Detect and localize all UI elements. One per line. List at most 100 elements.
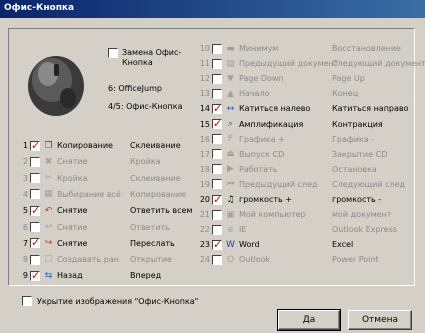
- row-checkbox[interactable]: [30, 269, 40, 282]
- play-pause-icon: ▶: [227, 164, 234, 175]
- hide-image-row[interactable]: Укрытие изображения "Офис-Кнопка": [22, 296, 198, 306]
- back-forward-icon: ⇆: [44, 270, 53, 281]
- font-icon: F: [227, 134, 234, 145]
- button-row[interactable]: 20 ♫ громкость + громкость -: [196, 193, 381, 206]
- button-row[interactable]: 5 ↶ Снятие Ответить всем: [14, 204, 193, 217]
- row-number: 1: [22, 141, 28, 150]
- row-checkbox[interactable]: [212, 102, 222, 115]
- button-row[interactable]: 15 ⌕ Амплификация Контракция: [196, 117, 383, 131]
- word-icon: W: [226, 239, 235, 250]
- button-row[interactable]: 12 ▼ Page Down Page Up: [196, 72, 365, 85]
- button-row[interactable]: 13 ▲ Начало Конец: [196, 87, 358, 100]
- button-row[interactable]: 2 ✖ Снятие Кройка: [14, 155, 161, 168]
- row-checkbox[interactable]: [212, 179, 222, 190]
- row-checkbox[interactable]: [30, 173, 40, 184]
- primary-action-label: Создавать ран: [57, 255, 119, 265]
- row-checkbox[interactable]: [30, 222, 40, 232]
- secondary-action-label: Кройка: [130, 157, 161, 167]
- row-checkbox[interactable]: [212, 73, 222, 84]
- secondary-action-label: Катиться направо: [332, 104, 409, 114]
- row-number: 19: [199, 179, 210, 189]
- button-row[interactable]: 23 W Word Excel: [196, 238, 353, 251]
- button-row[interactable]: 18 ▶ Работать Остановка: [196, 163, 377, 176]
- row-number: 9: [22, 271, 28, 281]
- primary-action-label: Снятие: [57, 222, 88, 232]
- button-row[interactable]: 16 F Графика + Графика -: [196, 133, 374, 146]
- primary-action-label: Outlook: [239, 255, 271, 265]
- primary-action-label: Мой компьютер: [239, 210, 306, 220]
- row-number: 12: [199, 74, 210, 84]
- row-checkbox[interactable]: [212, 164, 222, 175]
- button-row[interactable]: 19 ⏮ Предыдущий след Следующий след: [196, 178, 405, 191]
- row-checkbox[interactable]: [212, 134, 222, 145]
- button-row[interactable]: 14 ↔ Катиться налево Катиться направо: [196, 102, 409, 115]
- row-checkbox[interactable]: [212, 193, 222, 206]
- primary-action-label: Предыдущий след: [239, 179, 318, 189]
- hide-image-checkbox[interactable]: [22, 296, 32, 306]
- secondary-action-label: Power Point: [332, 255, 379, 265]
- primary-action-label: Кройка: [57, 173, 88, 183]
- row-checkbox[interactable]: [212, 149, 222, 160]
- primary-action-label: Выбирание всё: [57, 189, 121, 199]
- replace-checkbox[interactable]: [108, 48, 118, 58]
- row-number: 10: [199, 44, 210, 53]
- button-row[interactable]: 7 ↪ Снятие Переслать: [14, 236, 175, 250]
- row-checkbox[interactable]: [212, 88, 222, 99]
- button-row[interactable]: 17 ⏏ Выпуск CD Закрытие CD: [196, 148, 387, 161]
- button-row[interactable]: 3 ✂ Кройка Склеивание: [14, 172, 181, 185]
- row-number: 15: [199, 119, 210, 129]
- button-row[interactable]: 11 ▤ Предыдущий документ Следующий документ: [196, 57, 425, 70]
- secondary-action-label: Excel: [332, 240, 354, 250]
- row-number: 24: [199, 255, 210, 265]
- row-checkbox[interactable]: [212, 43, 222, 54]
- secondary-action-label: Переслать: [130, 238, 175, 248]
- row-checkbox[interactable]: [30, 236, 40, 249]
- row-number: 4: [22, 189, 28, 199]
- secondary-action-label: Остановка: [332, 164, 377, 174]
- primary-action-label: Page Down: [239, 74, 284, 84]
- row-checkbox[interactable]: [212, 117, 222, 130]
- button-row[interactable]: 22 e IE Outlook Express: [196, 223, 397, 236]
- new-doc-icon: ☐: [44, 254, 53, 265]
- secondary-action-label: громкость -: [332, 195, 382, 204]
- button-row[interactable]: 6 ↩ Снятие Ответить: [14, 221, 170, 234]
- primary-action-label: Работать: [239, 164, 278, 174]
- row-number: 7: [22, 238, 28, 248]
- primary-action-label: Амплификация: [239, 119, 304, 129]
- button-row[interactable]: 8 ☐ Создавать ран Открытие: [14, 253, 172, 266]
- row-number: 6: [22, 222, 28, 232]
- secondary-action-label: Копирование: [130, 189, 186, 199]
- row-number: 2: [22, 157, 28, 167]
- ok-button[interactable]: Да: [277, 309, 341, 331]
- row-checkbox[interactable]: [30, 156, 40, 167]
- row-number: 23: [199, 240, 210, 250]
- reply-all-icon: ↶: [44, 205, 53, 216]
- secondary-action-label: Закрытие CD: [332, 149, 388, 159]
- row-checkbox[interactable]: [212, 224, 222, 235]
- secondary-action-label: Склеивание: [130, 173, 181, 183]
- primary-action-label: Выпуск CD: [239, 149, 285, 159]
- row-checkbox[interactable]: [30, 139, 40, 152]
- row-number: 16: [199, 134, 210, 144]
- secondary-action-label: Ответить: [130, 222, 170, 232]
- button-row[interactable]: 10 ▬ Минимум Восстановление: [196, 42, 401, 55]
- replace-row[interactable]: Замена Офис-Кнопка: [108, 48, 182, 68]
- row-checkbox[interactable]: [30, 189, 40, 200]
- cancel-button[interactable]: Отмена: [348, 310, 412, 330]
- row-checkbox[interactable]: [30, 254, 40, 265]
- mouse-image: [28, 56, 84, 116]
- row-checkbox[interactable]: [212, 254, 222, 265]
- button-row[interactable]: 9 ⇆ Назад Вперед: [14, 269, 161, 282]
- button-row[interactable]: 24 O Outlook Power Point: [196, 253, 379, 266]
- row-checkbox[interactable]: [212, 209, 222, 220]
- page-down-icon: ▼: [227, 73, 234, 84]
- primary-action-label: Снятие: [57, 206, 88, 216]
- button-row[interactable]: 4 ▦ Выбирание всё Копирование: [14, 188, 186, 201]
- row-number: 18: [199, 164, 210, 174]
- row-number: 8: [22, 255, 28, 265]
- button-row[interactable]: 1 ❐ Копирование Склеивание: [14, 139, 181, 152]
- button-row[interactable]: 21 ▣ Мой компьютер мой документ: [196, 208, 392, 221]
- row-checkbox[interactable]: [30, 204, 40, 217]
- row-checkbox[interactable]: [212, 238, 222, 251]
- row-checkbox[interactable]: [212, 58, 222, 69]
